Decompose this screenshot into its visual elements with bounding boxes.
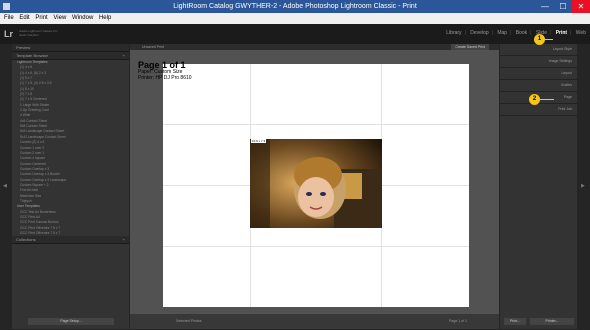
add-collection-icon[interactable]: + [123,236,125,243]
menu-view[interactable]: View [53,15,66,21]
guides-section[interactable]: Guides [500,80,577,92]
print-button[interactable]: Print... [504,318,526,325]
callout-arrow-2 [540,99,554,100]
maximize-button[interactable]: ☐ [554,0,572,13]
callout-badge-1: 1 [534,34,545,45]
callout-badge-2: 2 [529,94,540,105]
catalog-info: Adobe Lightroom Classic CC Justin Gwythe… [19,29,58,37]
module-picker: Library | Develop | Map | Book | Slide | Prin… [446,30,586,36]
menu-edit[interactable]: Edit [19,15,29,21]
page-setup-button[interactable]: Page Setup... [28,318,114,325]
printer-name-text: Printer: HP DJ Pro 8610 [138,75,192,81]
module-print[interactable]: Print [556,30,567,36]
page-counter: Page 1 of 1 [449,319,467,323]
add-template-icon[interactable]: + [123,52,125,59]
menu-bar: File Edit Print View Window Help [0,13,590,24]
module-web[interactable]: Web [576,30,586,36]
module-map[interactable]: Map [497,30,507,36]
module-develop[interactable]: Develop [470,30,488,36]
menu-file[interactable]: File [4,15,14,21]
collections-header[interactable]: Collections + [12,236,129,245]
right-panel: Layout Style Image Settings Layout Guide… [500,44,577,329]
lightroom-logo: Lr [4,29,13,39]
guide-line [163,246,469,247]
layout-style-section[interactable]: Layout Style [500,44,577,56]
catalog-line-2: Justin Gwyther [19,33,39,37]
left-panel: Preview Template Browser + Lightroom Temp… [12,44,129,329]
title-bar: LightRoom Catalog GWYTHER-2 - Adobe Phot… [0,0,590,13]
use-selected-photos[interactable]: Selected Photos [176,314,202,329]
left-panel-toggle-icon[interactable]: ◀ [3,183,7,189]
right-panel-toggle-icon[interactable]: ▶ [581,183,585,189]
identity-plate: Lr Adobe Lightroom Classic CC Justin Gwy… [0,24,590,44]
print-photo[interactable] [250,139,382,228]
callout-arrow-1 [545,39,553,40]
guide-line [163,124,469,125]
template-list: Lightroom Templates (1) 4 x 6 (1) 4 x 6, (… [12,60,129,236]
preview-panel-header[interactable]: Preview [12,44,129,52]
photo-size-label: 10.9 x 7.3 [251,139,267,143]
module-book[interactable]: Book [516,30,527,36]
template-browser-label: Template Browser [16,53,49,58]
printer-button[interactable]: Printer... [530,318,574,325]
close-button[interactable]: ✕ [572,0,590,13]
print-job-section[interactable]: Print Job [500,104,577,116]
minimize-button[interactable]: — [536,0,554,13]
module-library[interactable]: Library [446,30,461,36]
image-settings-section[interactable]: Image Settings [500,56,577,68]
window-title: LightRoom Catalog GWYTHER-2 - Adobe Phot… [173,3,417,10]
menu-window[interactable]: Window [72,15,93,21]
bottom-toolbar: Selected Photos Page 1 of 1 [130,314,499,329]
layout-section[interactable]: Layout [500,68,577,80]
menu-print[interactable]: Print [35,15,47,21]
preview-panel-label: Preview [16,45,31,50]
template-browser-header[interactable]: Template Browser + [12,52,129,60]
menu-help[interactable]: Help [99,15,111,21]
collections-label: Collections [16,237,36,243]
page-info: Paper: Custom Size Printer: HP DJ Pro 86… [138,69,192,81]
